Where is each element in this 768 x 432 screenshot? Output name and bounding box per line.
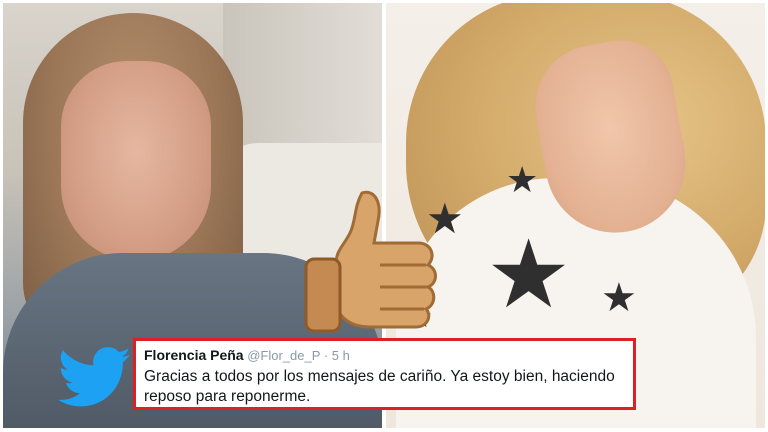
tweet-card: Florencia Peña @Flor_de_P · 5 h Gracias …: [133, 338, 636, 410]
collage: ★ ★ ★ ★ ★ Florencia Peña @Flor_de_P · 5 …: [0, 0, 768, 432]
twitter-bird-icon: [58, 347, 131, 407]
tweet-separator: ·: [323, 348, 329, 363]
tweet-author-handle[interactable]: @Flor_de_P: [247, 348, 320, 363]
tweet-timestamp[interactable]: 5 h: [332, 348, 350, 363]
star-pattern-icon: ★: [506, 160, 539, 201]
tweet-author-name[interactable]: Florencia Peña: [144, 347, 244, 363]
star-pattern-icon: ★: [486, 220, 572, 330]
thumbs-up-icon: [304, 190, 437, 333]
tweet-text: Gracias a todos por los mensajes de cari…: [144, 368, 615, 405]
tweet-header: Florencia Peña @Flor_de_P · 5 h: [144, 347, 625, 364]
star-pattern-icon: ★: [601, 275, 637, 321]
face-left: [61, 61, 211, 261]
